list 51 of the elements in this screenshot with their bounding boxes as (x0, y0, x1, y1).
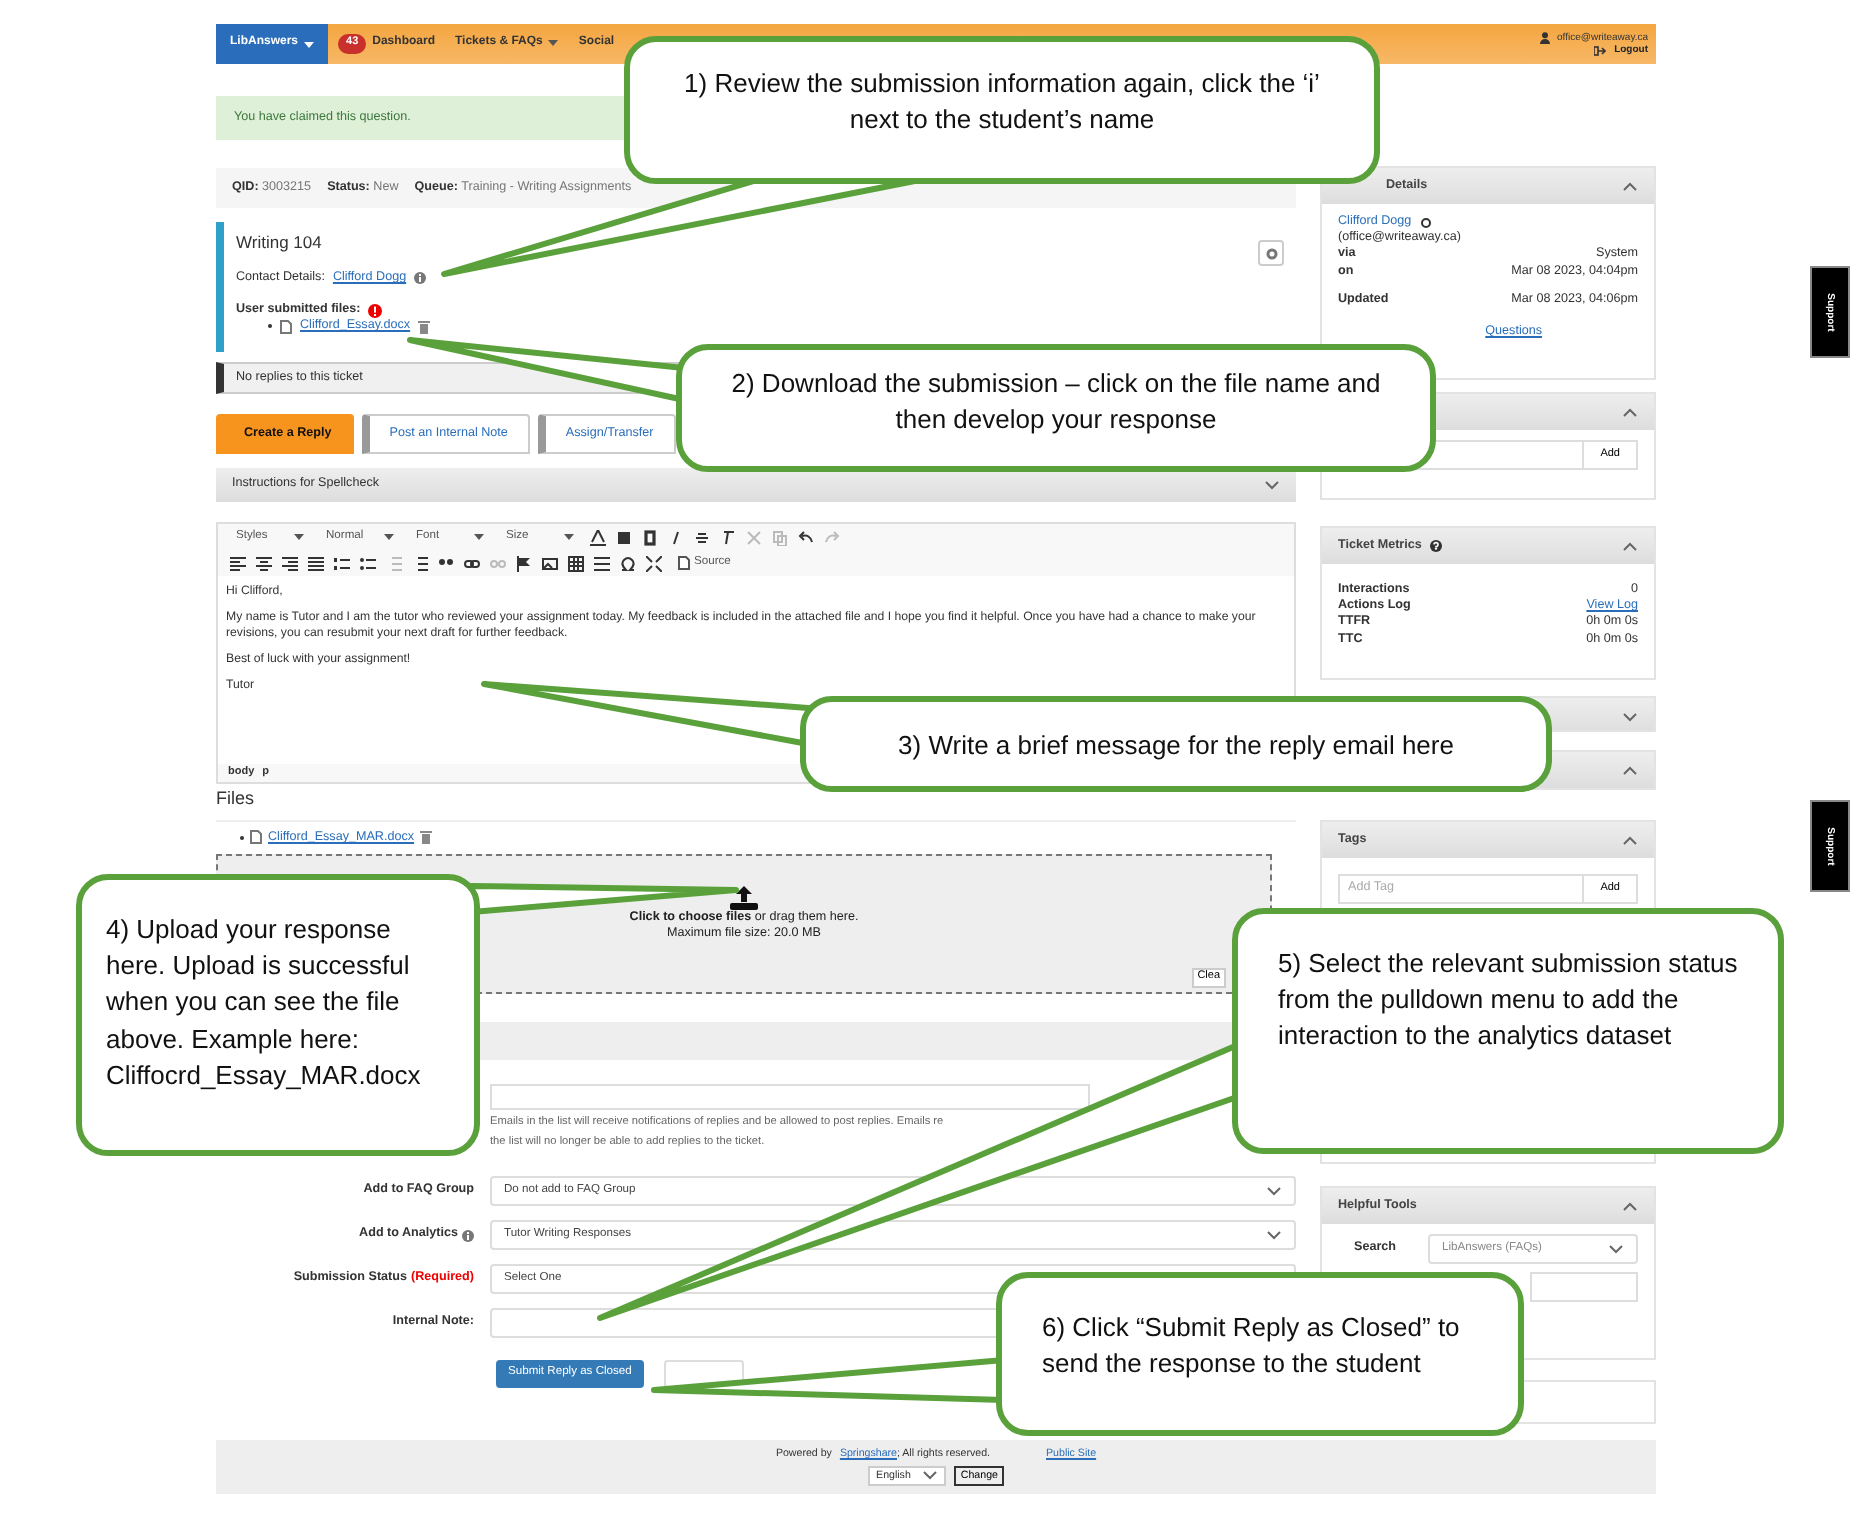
info-icon (414, 272, 427, 285)
fullscreen-icon[interactable] (646, 555, 662, 571)
search-field[interactable] (1530, 1272, 1638, 1302)
italic-icon[interactable] (668, 529, 684, 545)
chevron-up-icon (1622, 541, 1638, 551)
settings-button[interactable] (1258, 240, 1284, 266)
caret-icon (304, 41, 315, 47)
align-right-icon[interactable] (282, 555, 298, 571)
question-title: Writing 104 (236, 232, 324, 255)
chevron-up-icon (1622, 1201, 1638, 1211)
email-field[interactable] (490, 1084, 1090, 1110)
horizontal-rule-icon[interactable] (594, 555, 610, 571)
justify-icon[interactable] (308, 555, 324, 571)
callout: 5) Select the relevant submission status from the pulldown menu to add the interaction to the analytics dataset (1232, 908, 1784, 1154)
callout: 4) Upload your response here. Upload is successful when you can see the file above. Example here: Cliffocrd_Essay_MAR.docx (76, 874, 480, 1156)
numbered-list-icon[interactable] (334, 555, 350, 571)
chevron-down-icon (922, 1470, 939, 1481)
chevron-up-icon (1622, 835, 1638, 845)
caret-icon (474, 534, 484, 540)
file-icon (280, 319, 292, 334)
document-icon (678, 556, 690, 570)
help-icon (1429, 539, 1442, 552)
alert-icon (368, 303, 383, 318)
align-left-icon[interactable] (230, 555, 246, 571)
callout: 6) Click “Submit Reply as Closed” to send the response to the student (996, 1272, 1524, 1436)
callout: 2) Download the submission – click on the file name and then develop your response (676, 344, 1436, 472)
bullet-list-icon[interactable] (360, 555, 376, 571)
caret-icon (294, 534, 304, 540)
caret-icon (548, 40, 559, 47)
chevron-down-icon (1608, 1244, 1624, 1254)
caret-icon (384, 534, 394, 540)
align-center-icon[interactable] (256, 555, 272, 571)
indent-icon[interactable] (412, 555, 428, 571)
logout-icon (1594, 45, 1607, 56)
file-icon (250, 830, 262, 845)
chevron-down-icon (1264, 480, 1280, 490)
info-icon (462, 1229, 474, 1242)
trash-icon (420, 830, 433, 845)
upload-icon (730, 886, 758, 910)
chevron-down-icon (1266, 1186, 1282, 1197)
chevron-up-icon (1622, 407, 1638, 417)
caret-icon (564, 534, 574, 540)
chevron-down-icon (1266, 1230, 1282, 1241)
undo-icon[interactable] (798, 529, 814, 545)
link-icon[interactable] (464, 555, 480, 571)
trash-icon (418, 319, 431, 334)
table-icon[interactable] (568, 555, 584, 571)
omega-icon[interactable] (620, 555, 636, 571)
image-icon[interactable] (542, 555, 558, 571)
flag-icon[interactable] (516, 555, 532, 571)
chevron-up-icon (1622, 181, 1638, 191)
